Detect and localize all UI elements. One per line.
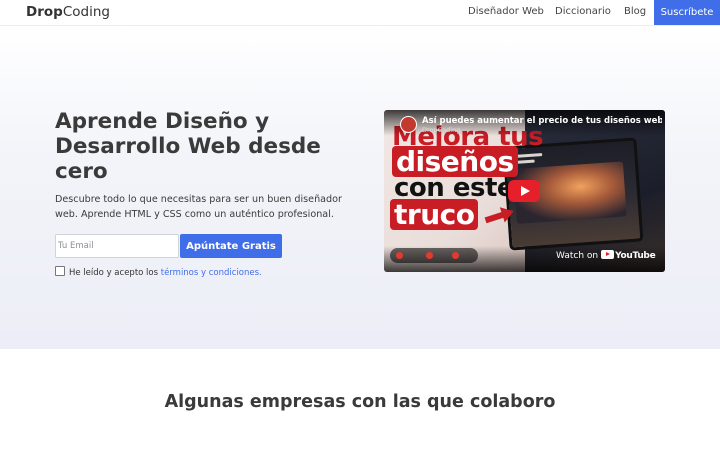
euro-icon: [426, 252, 433, 259]
brand-name-bold: Drop: [26, 4, 63, 20]
clock-icon: [396, 252, 403, 259]
nav-link-diccionario[interactable]: Diccionario: [555, 6, 611, 17]
subscribe-button[interactable]: Suscríbete: [654, 0, 720, 25]
video-embed[interactable]: Mejora tus diseños con este truco Así pu…: [384, 110, 665, 272]
partners-heading: Algunas empresas con las que colaboro: [164, 392, 556, 412]
thumbnail-badges: [390, 248, 478, 263]
terms-link[interactable]: términos y condiciones.: [161, 268, 262, 278]
tablet-line: [516, 153, 543, 158]
brand-logo[interactable]: DropCoding: [26, 4, 110, 20]
tablet-line: [516, 159, 535, 164]
top-navbar: DropCoding Diseñador Web Diccionario Blo…: [0, 0, 720, 26]
watch-on-label: Watch on: [556, 251, 599, 261]
thumbnail-text-line4: truco: [390, 199, 479, 230]
video-title[interactable]: Así puedes aumentar el precio de tus dis…: [422, 116, 662, 126]
youtube-logo-icon: [601, 250, 615, 259]
hero-description: Descubre todo lo que necesitas para ser …: [55, 194, 342, 220]
terms-row: He leído y acepto los términos y condici…: [55, 266, 262, 278]
youtube-wordmark: YouTube: [615, 251, 656, 261]
video-channel-name: DropCoding: [422, 126, 461, 134]
play-button-icon[interactable]: [508, 180, 540, 202]
nav-link-blog[interactable]: Blog: [624, 6, 646, 17]
chart-icon: [452, 252, 459, 259]
terms-checkbox[interactable]: [55, 266, 65, 276]
channel-avatar[interactable]: [400, 116, 417, 133]
terms-label: He leído y acepto los: [69, 268, 161, 278]
watch-on-youtube[interactable]: Watch on YouTube: [556, 250, 656, 261]
brand-name-light: Coding: [62, 4, 110, 20]
join-free-button[interactable]: Apúntate Gratis: [180, 234, 282, 258]
email-input[interactable]: [55, 234, 179, 258]
hero-title: Aprende Diseño y Desarrollo Web desde ce…: [55, 109, 321, 184]
nav-link-disenador-web[interactable]: Diseñador Web: [468, 6, 544, 17]
